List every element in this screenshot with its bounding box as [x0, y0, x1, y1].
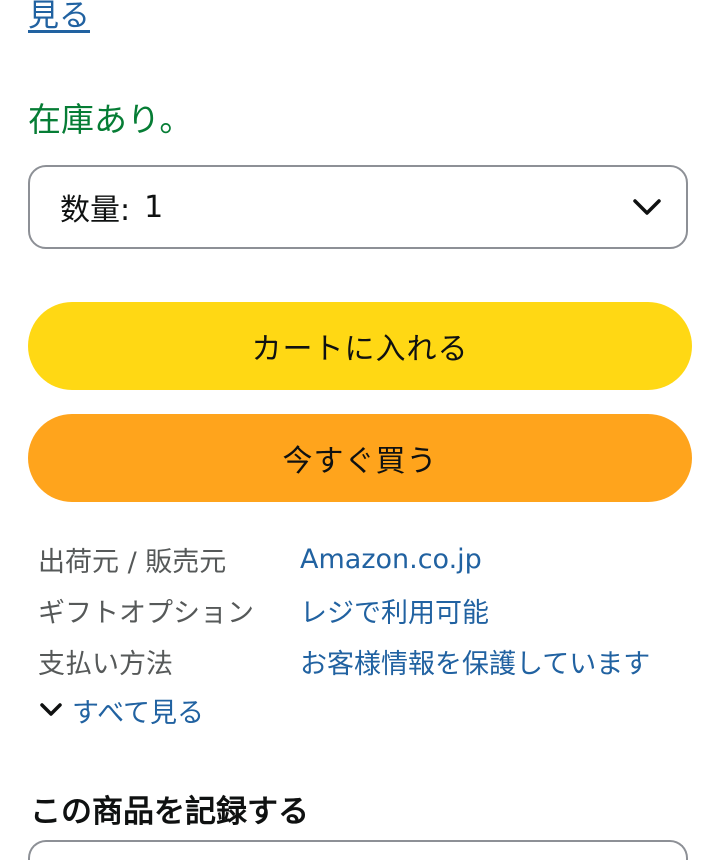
see-more-link[interactable]: 見る	[28, 0, 90, 38]
record-section-title: この商品を記録する	[30, 794, 309, 830]
stock-status: 在庫あり。	[28, 100, 193, 139]
chevron-down-icon	[633, 199, 661, 215]
info-row-payment: 支払い方法 お客様情報を保護しています	[38, 636, 698, 687]
see-all-button[interactable]: すべて見る	[38, 686, 204, 734]
chevron-down-icon	[40, 703, 62, 716]
see-all-label: すべて見る	[72, 697, 205, 729]
buy-now-button[interactable]: 今すぐ買う	[28, 414, 692, 502]
info-label: ギフトオプション	[38, 598, 254, 629]
gift-option-link[interactable]: レジで利用可能	[300, 591, 489, 630]
offer-info-table: 出荷元 / 販売元 Amazon.co.jp ギフトオプション レジで利用可能 …	[38, 534, 698, 687]
quantity-value: 1	[144, 189, 164, 225]
info-row-shipper: 出荷元 / 販売元 Amazon.co.jp	[38, 534, 698, 585]
quantity-label: 数量:	[60, 193, 131, 228]
info-row-gift: ギフトオプション レジで利用可能	[38, 585, 698, 636]
info-label: 支払い方法	[38, 649, 173, 680]
seller-link[interactable]: Amazon.co.jp	[300, 544, 482, 575]
add-to-cart-button[interactable]: カートに入れる	[28, 302, 692, 390]
info-label: 出荷元 / 販売元	[38, 547, 227, 578]
record-list-select[interactable]	[28, 840, 688, 860]
quantity-select[interactable]: 数量: 1	[28, 165, 688, 249]
payment-security-link[interactable]: お客様情報を保護しています	[300, 642, 650, 681]
